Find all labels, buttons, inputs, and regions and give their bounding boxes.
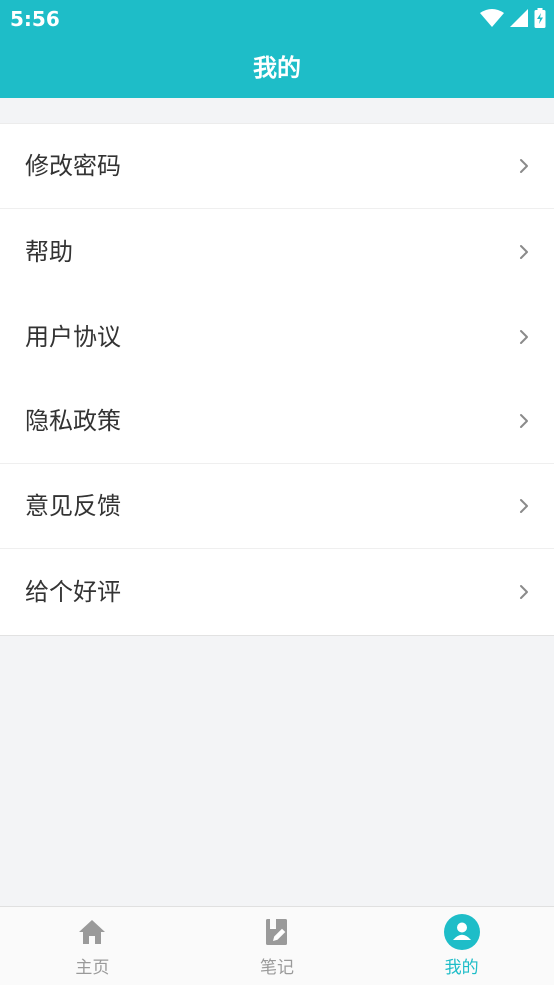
notebook-icon xyxy=(258,913,296,951)
menu-item-help[interactable]: 帮助 xyxy=(0,209,554,294)
menu-item-rate-app[interactable]: 给个好评 xyxy=(0,549,554,635)
signal-icon xyxy=(510,9,528,27)
bottom-tab-bar: 主页 笔记 我的 xyxy=(0,906,554,985)
tab-notes[interactable]: 笔记 xyxy=(185,907,370,985)
menu-item-label: 隐私政策 xyxy=(25,407,121,435)
page-title: 我的 xyxy=(253,54,301,82)
menu-item-label: 给个好评 xyxy=(25,578,121,606)
chevron-right-icon xyxy=(520,414,528,428)
menu-item-label: 意见反馈 xyxy=(25,492,121,520)
menu-item-feedback[interactable]: 意见反馈 xyxy=(0,464,554,549)
app-header: 5:56 我的 xyxy=(0,0,554,98)
chevron-right-icon xyxy=(520,329,528,344)
chevron-right-icon xyxy=(520,244,528,259)
status-icons xyxy=(480,7,546,29)
settings-menu: 修改密码 帮助 用户协议 隐私政策 意见反馈 给个好评 xyxy=(0,123,554,636)
menu-item-label: 修改密码 xyxy=(25,152,121,180)
home-icon xyxy=(73,913,111,951)
menu-item-label: 用户协议 xyxy=(25,322,121,351)
tab-mine[interactable]: 我的 xyxy=(369,907,554,985)
chevron-right-icon xyxy=(520,499,528,513)
tab-home[interactable]: 主页 xyxy=(0,907,185,985)
wifi-icon xyxy=(480,9,504,27)
tab-label: 我的 xyxy=(444,958,479,978)
tab-label: 主页 xyxy=(75,958,110,978)
chevron-right-icon xyxy=(520,585,528,599)
user-icon xyxy=(443,913,481,951)
tab-label: 笔记 xyxy=(260,958,294,978)
menu-item-user-agreement[interactable]: 用户协议 xyxy=(0,294,554,379)
battery-charging-icon xyxy=(534,8,546,28)
menu-item-change-password[interactable]: 修改密码 xyxy=(0,124,554,209)
menu-item-privacy-policy[interactable]: 隐私政策 xyxy=(0,379,554,464)
chevron-right-icon xyxy=(520,159,528,173)
status-time: 5:56 xyxy=(10,7,60,31)
menu-item-label: 帮助 xyxy=(25,237,73,266)
